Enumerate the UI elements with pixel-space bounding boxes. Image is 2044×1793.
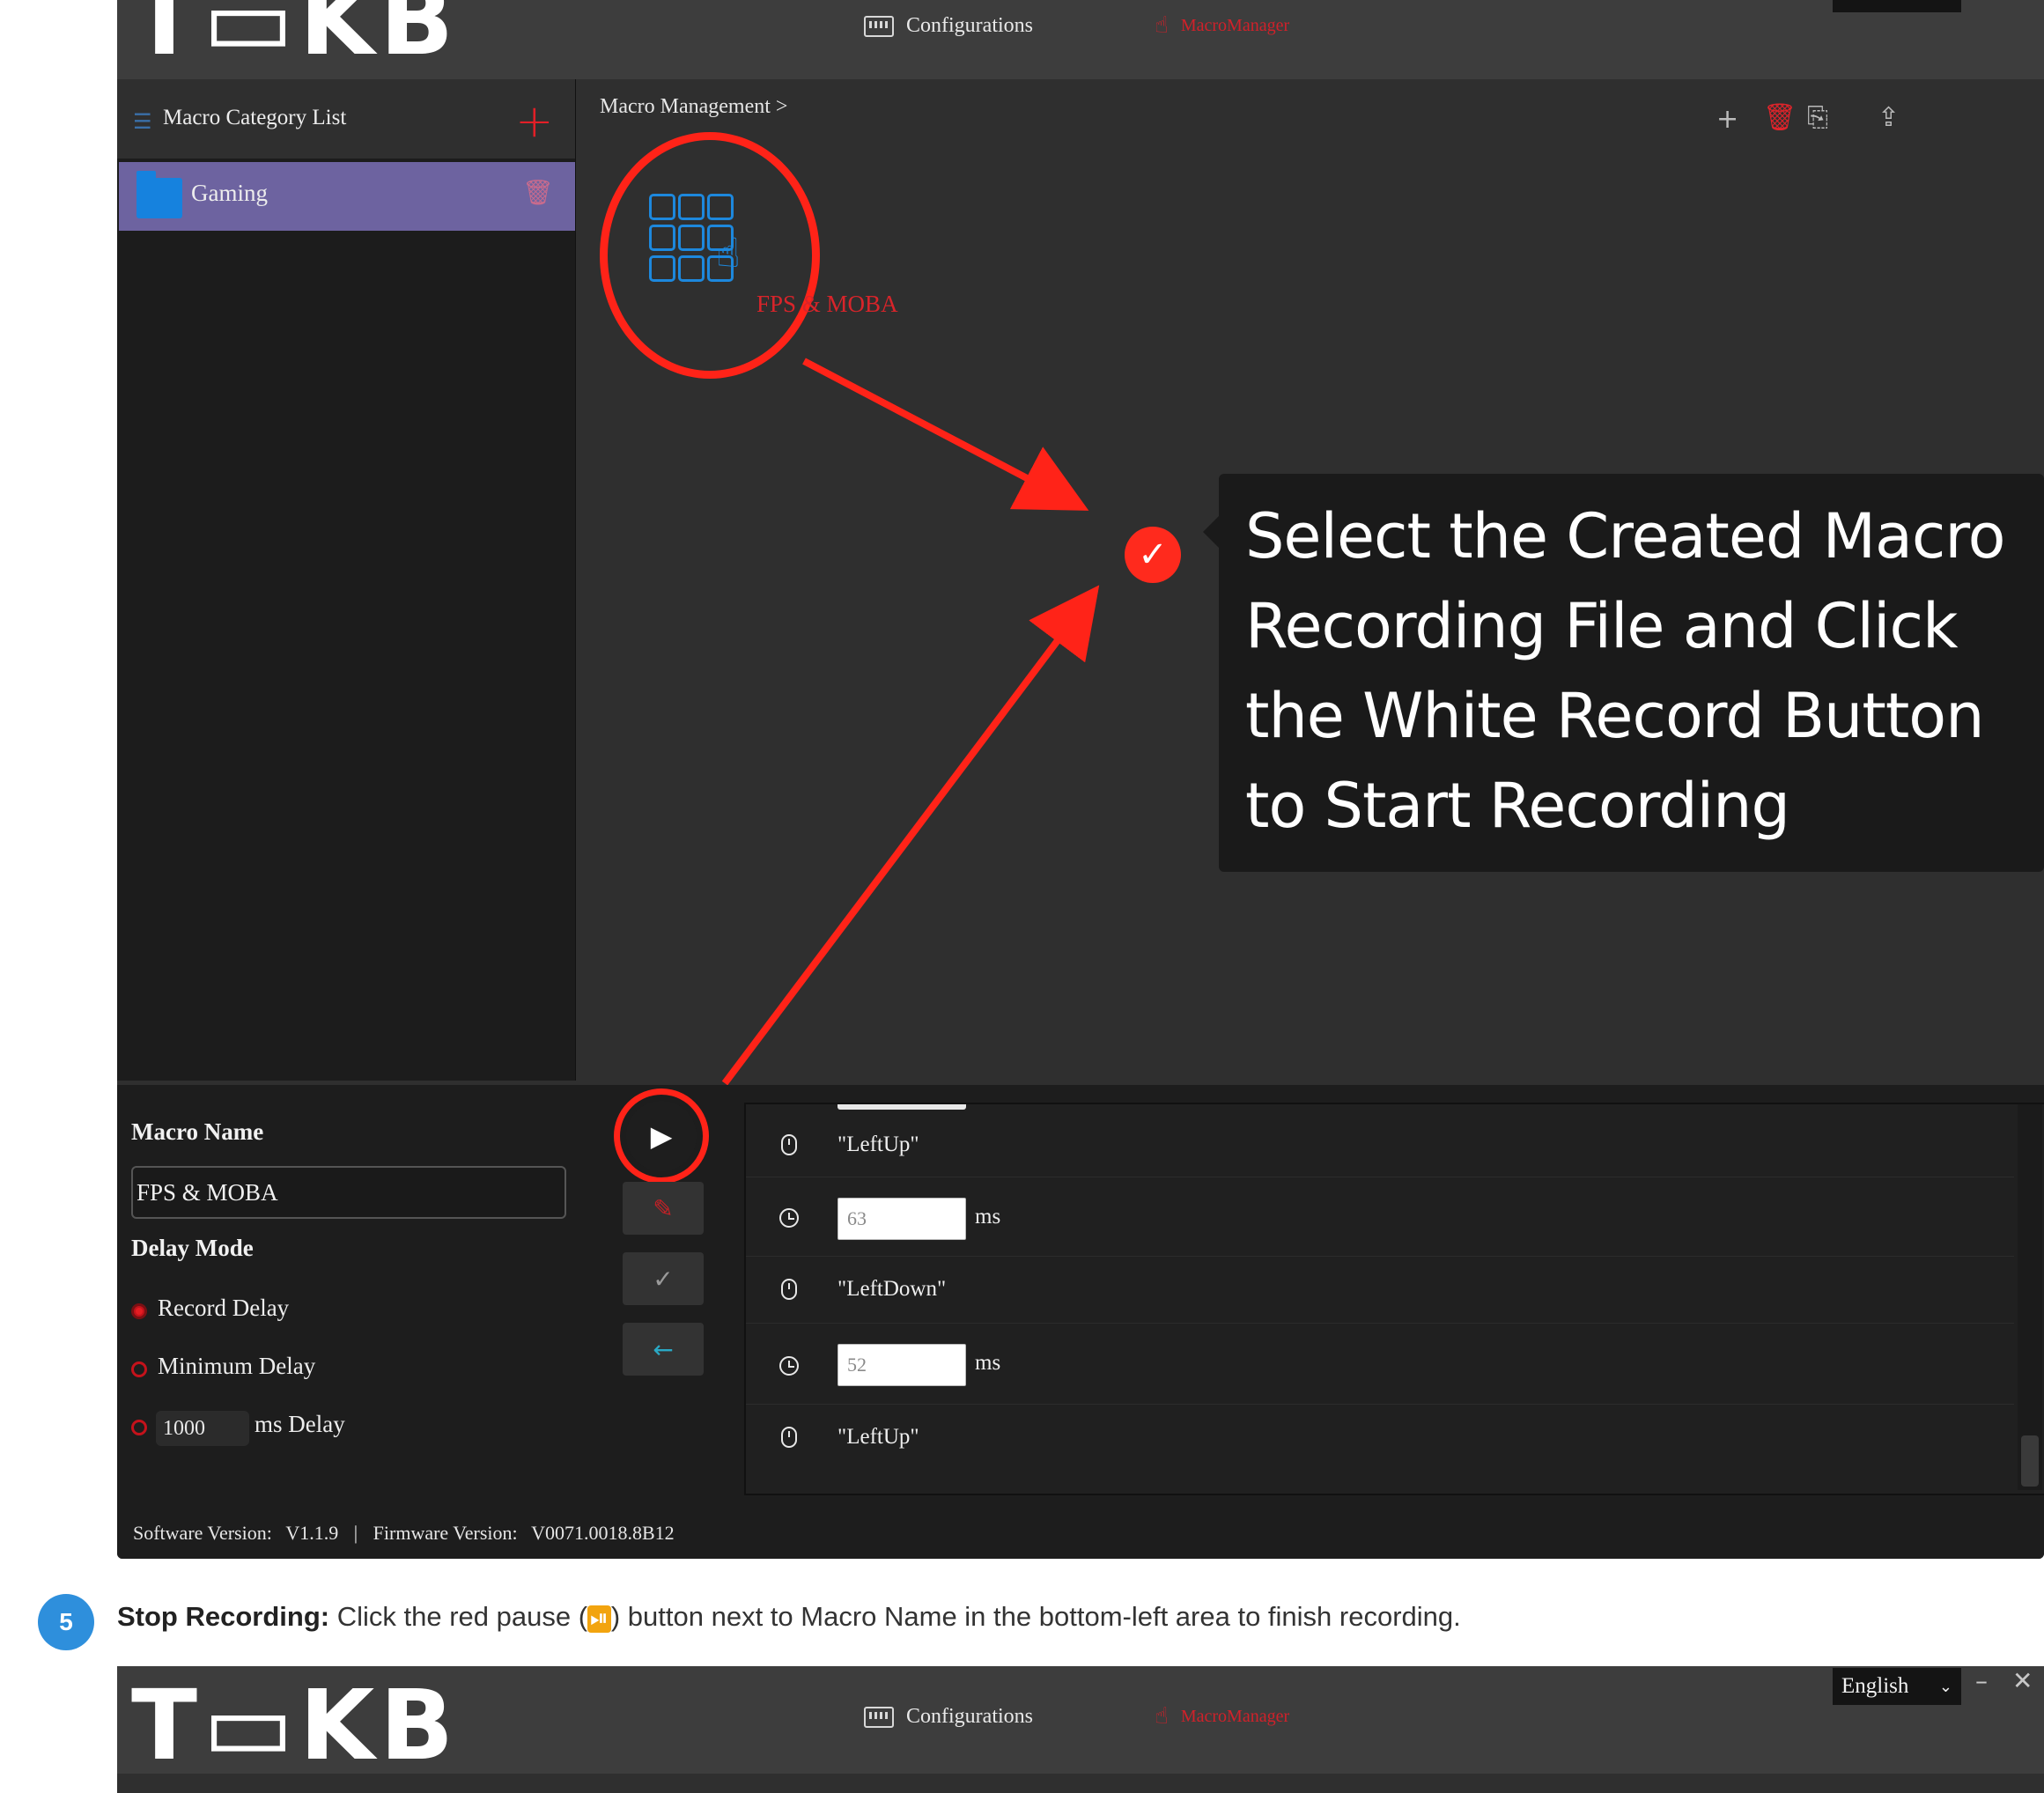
callout-line-2: Recording File and Click bbox=[1245, 590, 1958, 662]
check-small-icon: ✓ bbox=[653, 1264, 674, 1294]
callout-line-1: Select the Created Macro bbox=[1245, 500, 2005, 572]
confirm-button[interactable]: ✓ bbox=[623, 1252, 704, 1305]
delay-unit: ms bbox=[975, 1351, 1001, 1375]
list-item[interactable]: "LeftDown" bbox=[746, 1256, 2014, 1324]
edit-button[interactable]: ✎ bbox=[623, 1182, 704, 1235]
mouse-icon bbox=[781, 1279, 797, 1300]
version-bar: Software Version: V1.1.9 | Firmware Vers… bbox=[133, 1522, 675, 1545]
language-select[interactable]: English ⌄ bbox=[1833, 1668, 1961, 1705]
callout-line-4: to Start Recording bbox=[1245, 770, 1790, 842]
version-separator: | bbox=[353, 1522, 358, 1544]
pencil-icon: ✎ bbox=[653, 1193, 674, 1223]
macro-name-input[interactable] bbox=[131, 1166, 566, 1219]
app-screenshot-recording: T▭KB Configurations ☝ MacroManager Engli… bbox=[117, 0, 2044, 1559]
step-text-before: Click the red pause ( bbox=[329, 1601, 588, 1632]
delay-mode-label: Delay Mode bbox=[131, 1235, 254, 1261]
scrollbar-thumb[interactable] bbox=[2021, 1435, 2039, 1487]
event-text: "LeftUp" bbox=[838, 1425, 919, 1449]
firmware-version-value: V0071.0018.8B12 bbox=[531, 1522, 675, 1544]
list-item[interactable]: "LeftUp" bbox=[746, 1404, 2014, 1474]
step-number-badge: 5 bbox=[38, 1594, 94, 1650]
nav-configurations[interactable]: Configurations bbox=[864, 1705, 1033, 1729]
firmware-version-label: Firmware Version: bbox=[373, 1522, 518, 1544]
event-text: "LeftUp" bbox=[838, 1133, 919, 1156]
nav-configurations-label: Configurations bbox=[906, 1705, 1033, 1728]
chevron-down-icon: ⌄ bbox=[1938, 1677, 1952, 1696]
macro-event-list: "LeftUp" ms "LeftDown" ms "LeftUp" bbox=[744, 1103, 2044, 1495]
clock-icon bbox=[779, 1356, 799, 1376]
step-instruction: Stop Recording: Click the red pause (⏯) … bbox=[117, 1601, 1461, 1633]
clock-icon bbox=[779, 1208, 799, 1228]
arrow-left-icon: ← bbox=[653, 1334, 674, 1364]
record-play-button[interactable]: ▶ bbox=[626, 1101, 697, 1171]
macro-name-label: Macro Name bbox=[131, 1118, 264, 1145]
instruction-callout: Select the Created Macro Recording File … bbox=[1203, 474, 2044, 872]
event-value-bar bbox=[838, 1104, 966, 1110]
event-text: "LeftDown" bbox=[838, 1277, 947, 1301]
software-version-value: V1.1.9 bbox=[285, 1522, 339, 1544]
back-button[interactable]: ← bbox=[623, 1323, 704, 1376]
radio-record-delay[interactable] bbox=[131, 1303, 147, 1319]
callout-line-3: the White Record Button bbox=[1245, 680, 1984, 752]
mouse-icon bbox=[781, 1427, 797, 1448]
step-text-after: ) button next to Macro Name in the botto… bbox=[610, 1601, 1461, 1632]
scrollbar[interactable] bbox=[2018, 1104, 2042, 1490]
delay-input[interactable] bbox=[838, 1198, 966, 1240]
list-item[interactable]: "LeftUp" bbox=[746, 1115, 2014, 1177]
radio-minimum-delay[interactable] bbox=[131, 1361, 147, 1377]
close-icon[interactable]: ✕ bbox=[2012, 1666, 2033, 1695]
list-item[interactable]: ms bbox=[746, 1177, 2014, 1257]
minimize-icon[interactable]: – bbox=[1975, 1666, 1988, 1695]
step-title: Stop Recording: bbox=[117, 1601, 330, 1632]
play-pause-icon: ⏯ bbox=[587, 1605, 611, 1633]
macro-hand-icon: ☝ bbox=[1155, 1703, 1169, 1730]
nav-macro-manager-label: MacroManager bbox=[1180, 1706, 1290, 1726]
language-value: English bbox=[1841, 1674, 1909, 1698]
takb-logo: T▭KB bbox=[131, 1669, 460, 1782]
radio-custom-delay[interactable] bbox=[131, 1420, 147, 1435]
delay-input[interactable] bbox=[838, 1344, 966, 1386]
custom-delay-suffix: ms Delay bbox=[255, 1411, 345, 1437]
nav-macro-manager[interactable]: ☝ MacroManager bbox=[1155, 1703, 1289, 1730]
mouse-icon bbox=[781, 1134, 797, 1155]
delay-unit: ms bbox=[975, 1205, 1001, 1229]
content-area-top bbox=[117, 1774, 2044, 1793]
custom-delay-input[interactable] bbox=[156, 1411, 249, 1446]
check-icon: ✓ bbox=[1125, 527, 1181, 583]
app-screenshot-stop: T▭KB Configurations ☝ MacroManager Engli… bbox=[117, 1666, 2044, 1793]
minimum-delay-label: Minimum Delay bbox=[158, 1353, 316, 1379]
record-delay-label: Record Delay bbox=[158, 1295, 290, 1321]
arrow-from-tile bbox=[802, 358, 1089, 511]
list-item[interactable]: ms bbox=[746, 1323, 2014, 1405]
keyboard-icon bbox=[864, 1706, 894, 1728]
software-version-label: Software Version: bbox=[133, 1522, 272, 1544]
arrow-from-record-button bbox=[721, 585, 1100, 1086]
